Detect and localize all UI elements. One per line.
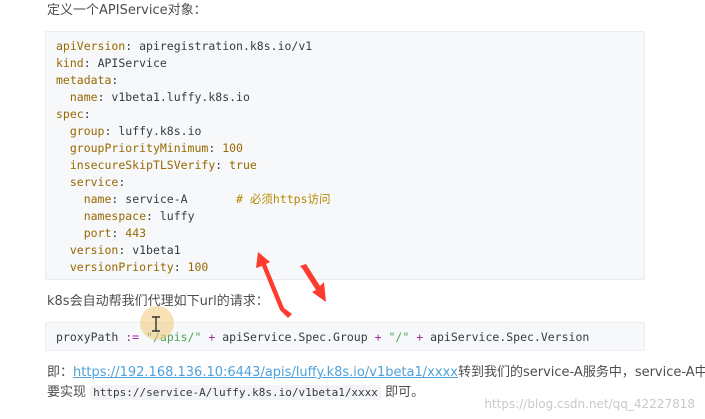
red-arrow-icon: [300, 264, 326, 302]
annotation-arrows: [256, 252, 326, 318]
watermark: https://blog.csdn.net/qq_42227818: [484, 397, 695, 411]
red-arrow-icon: [256, 252, 292, 318]
